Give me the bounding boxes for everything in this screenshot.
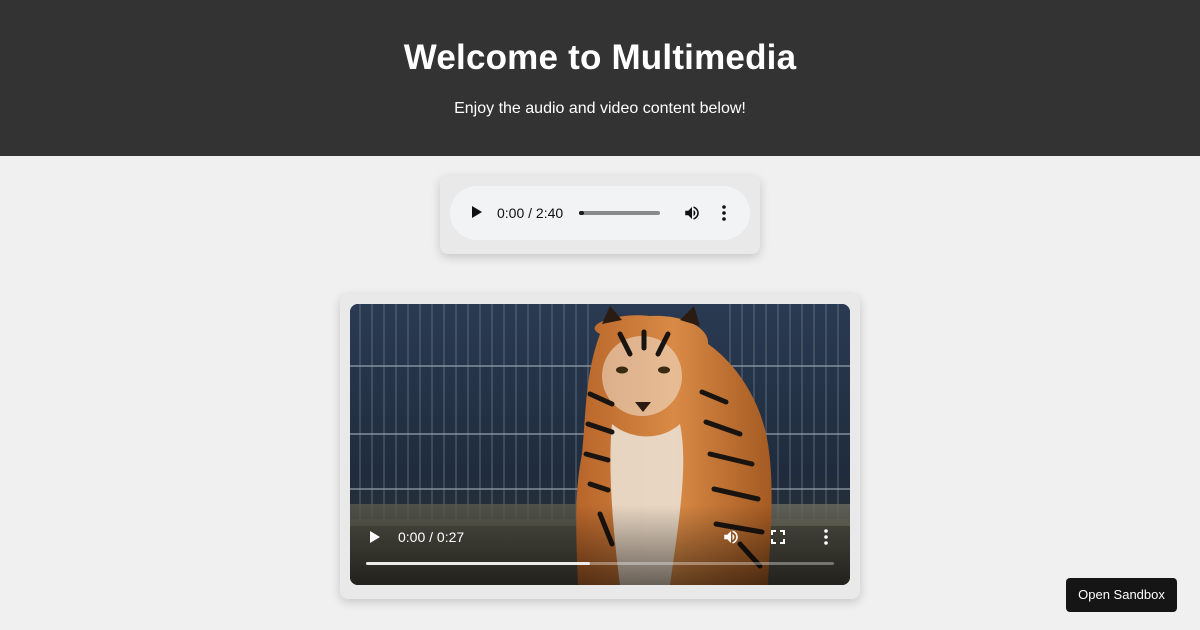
video-buffered-progress [366,562,590,565]
open-sandbox-button[interactable]: Open Sandbox [1066,578,1177,612]
audio-time-display: 0:00 / 2:40 [497,205,564,221]
page-header: Welcome to Multimedia Enjoy the audio an… [0,0,1200,156]
video-player[interactable]: 0:00 / 0:27 [350,304,850,585]
video-time-display: 0:00 / 0:27 [398,529,465,545]
audio-player[interactable]: 0:00 / 2:40 [450,186,750,240]
audio-card: 0:00 / 2:40 [440,176,760,254]
play-icon[interactable] [472,206,482,218]
audio-seek-progress [579,211,584,215]
volume-icon[interactable] [721,528,741,546]
audio-seek-bar[interactable] [579,211,660,215]
video-controls-overlay [350,505,850,585]
volume-icon[interactable] [682,204,702,222]
video-card: 0:00 / 0:27 [340,294,860,599]
play-icon[interactable] [370,531,380,543]
more-options-icon[interactable] [822,528,830,546]
fullscreen-icon[interactable] [771,530,785,544]
page-subtitle: Enjoy the audio and video content below! [454,100,746,117]
page-title: Welcome to Multimedia [403,38,797,77]
more-options-icon[interactable] [720,204,728,222]
video-seek-bar[interactable] [366,562,834,565]
